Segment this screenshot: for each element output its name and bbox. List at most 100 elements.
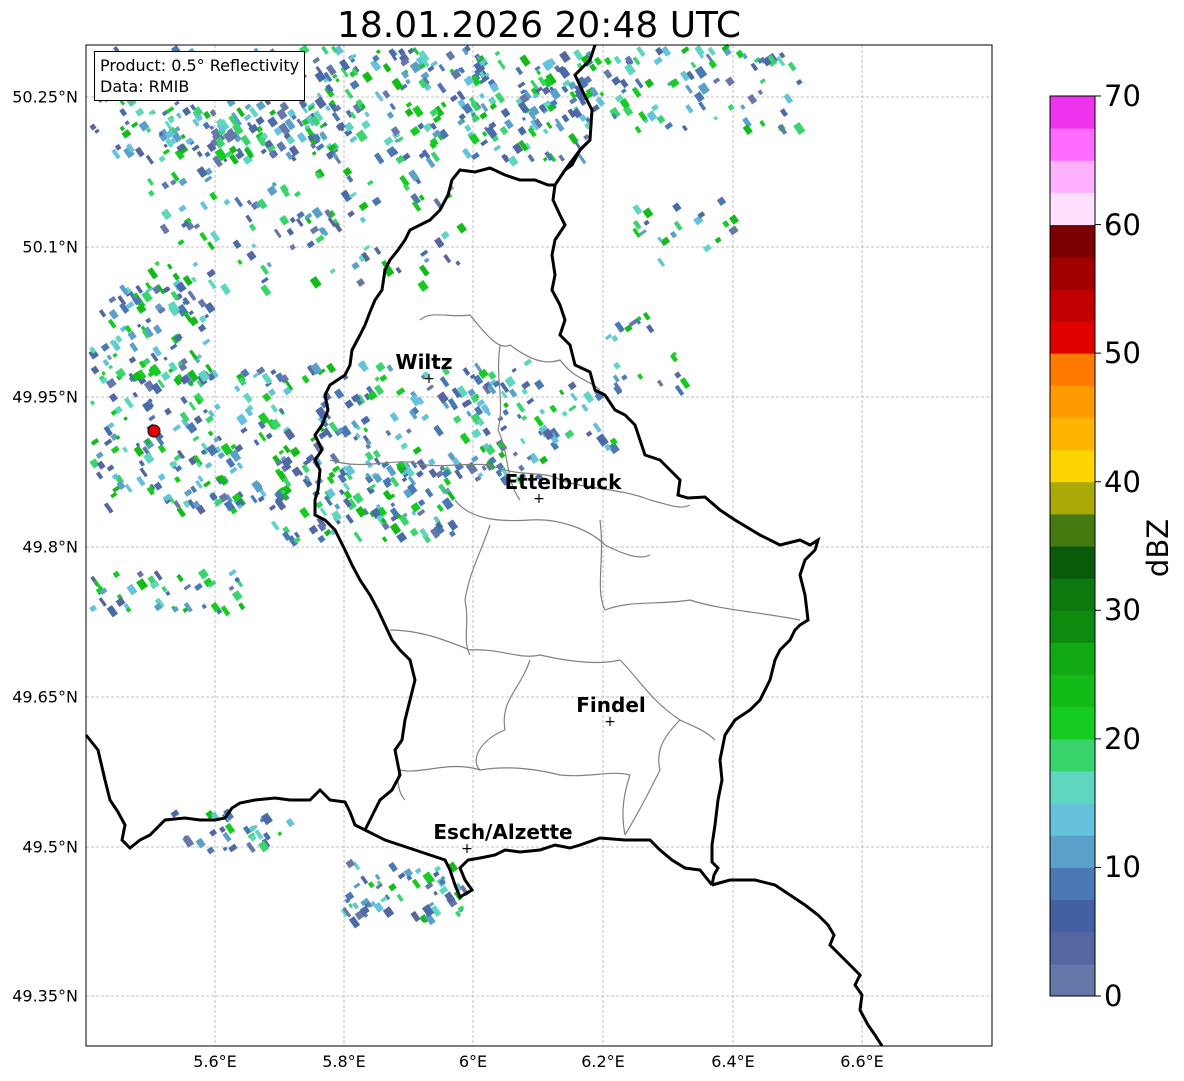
radar-echo xyxy=(170,809,180,818)
radar-map[interactable]: + + + + xyxy=(0,0,1184,1081)
radar-echo xyxy=(317,521,327,532)
radar-echo xyxy=(231,590,243,602)
radar-echo xyxy=(412,446,422,455)
radar-echo xyxy=(174,464,183,473)
radar-echo xyxy=(135,146,145,158)
radar-echo xyxy=(470,151,480,161)
radar-echo xyxy=(172,424,182,432)
radar-echo xyxy=(347,210,355,218)
radar-echo xyxy=(334,503,341,510)
radar-echo xyxy=(199,231,208,242)
radar-echo xyxy=(166,263,173,270)
radar-echo xyxy=(636,46,646,58)
colorbar-tick-label: 0 xyxy=(1104,979,1123,1013)
radar-echo xyxy=(481,465,487,471)
radar-echo xyxy=(549,404,558,413)
radar-echo xyxy=(331,465,341,473)
radar-echo xyxy=(161,181,170,190)
radar-echo xyxy=(759,78,766,85)
radar-echo xyxy=(260,264,270,275)
radar-echo xyxy=(409,527,419,537)
radar-echo xyxy=(424,487,434,498)
radar-site-icon[interactable] xyxy=(147,424,161,438)
radar-echo xyxy=(750,62,759,72)
radar-echo xyxy=(516,413,522,420)
radar-echo xyxy=(581,403,589,412)
radar-echo xyxy=(507,155,519,167)
radar-echo xyxy=(517,126,527,136)
radar-echo xyxy=(462,147,472,160)
radar-echo xyxy=(103,502,114,514)
colorbar-segment xyxy=(1050,931,1095,965)
radar-echo xyxy=(660,236,671,247)
colorbar-tick-label: 60 xyxy=(1104,208,1141,242)
radar-echo xyxy=(439,885,449,895)
colorbar-segment xyxy=(1050,96,1095,129)
radar-echo xyxy=(523,358,533,367)
radar-echo xyxy=(759,120,766,127)
radar-echo xyxy=(455,260,461,266)
radar-echo xyxy=(466,410,472,417)
colorbar-segment xyxy=(1050,353,1095,386)
radar-echo xyxy=(228,585,235,591)
radar-echo xyxy=(260,812,273,826)
radar-echo xyxy=(204,151,211,158)
radar-echo xyxy=(235,150,245,160)
radar-echo xyxy=(285,817,295,828)
radar-echo xyxy=(634,125,642,134)
radar-echo xyxy=(374,873,381,881)
radar-echo xyxy=(592,422,602,433)
colorbar-segment xyxy=(1050,803,1095,836)
radar-echo xyxy=(367,881,375,889)
radar-echo xyxy=(620,88,627,94)
radar-echo xyxy=(632,204,643,216)
colorbar-segment xyxy=(1050,835,1095,868)
radar-echo xyxy=(270,404,279,413)
radar-echo xyxy=(153,481,163,491)
lon-tick-label: 6°E xyxy=(458,1052,488,1071)
radar-echo xyxy=(536,69,542,76)
radar-echo xyxy=(246,199,253,206)
radar-echo xyxy=(129,342,139,353)
colorbar-segment xyxy=(1050,449,1095,483)
radar-echo xyxy=(511,367,517,373)
radar-echo xyxy=(541,86,551,96)
radar-echo xyxy=(202,338,211,346)
radar-echo xyxy=(138,459,145,467)
radar-echo xyxy=(373,246,382,256)
radar-echo xyxy=(331,111,341,122)
radar-echo xyxy=(694,65,708,79)
radar-echo xyxy=(494,50,501,57)
radar-echo xyxy=(338,488,345,496)
colorbar-segment xyxy=(1050,288,1095,322)
radar-echo xyxy=(204,461,213,470)
radar-echo xyxy=(727,103,735,111)
radar-echo xyxy=(508,388,518,398)
radar-echo xyxy=(362,71,373,83)
radar-echo xyxy=(178,177,188,187)
radar-echo xyxy=(323,528,332,537)
radar-echo xyxy=(382,906,395,918)
radar-echo xyxy=(435,469,445,479)
radar-echo xyxy=(192,261,199,268)
colorbar-segment xyxy=(1050,610,1095,643)
radar-echo xyxy=(405,101,413,108)
radar-echo xyxy=(559,50,571,64)
radar-echo xyxy=(389,411,400,423)
radar-echo xyxy=(417,498,426,507)
radar-echo xyxy=(482,427,491,437)
radar-echo xyxy=(394,432,403,441)
radar-echo xyxy=(160,208,172,221)
radar-echo xyxy=(163,356,168,361)
radar-echo xyxy=(585,430,593,437)
lat-tick-label: 49.35°N xyxy=(12,986,78,1006)
radar-echo xyxy=(567,381,577,391)
radar-echo xyxy=(108,296,117,304)
radar-echo xyxy=(417,508,426,517)
colorbar-segment xyxy=(1050,192,1095,226)
radar-echo xyxy=(698,101,707,111)
radar-echo xyxy=(498,451,506,459)
radar-echo xyxy=(234,385,241,393)
radar-echo xyxy=(499,125,509,136)
radar-echo xyxy=(360,415,371,425)
